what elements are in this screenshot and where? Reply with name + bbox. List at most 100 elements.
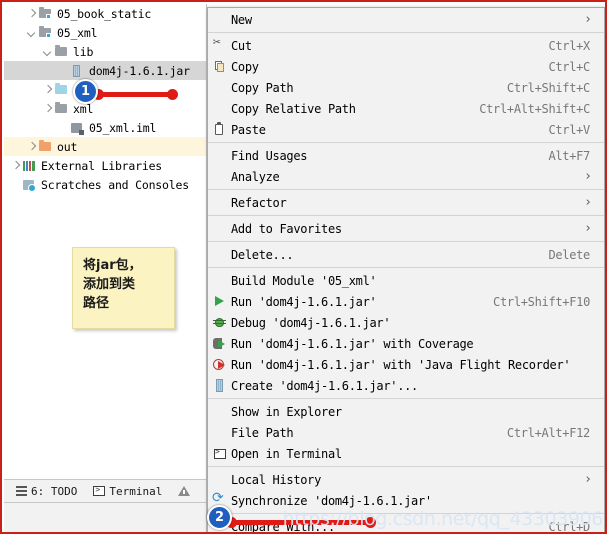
- run-icon: [208, 291, 231, 312]
- chevron-right-icon: ›: [584, 194, 592, 210]
- menu-separator: [208, 466, 604, 467]
- chevron-right-icon[interactable]: [10, 160, 22, 172]
- menu-item-label: Cut: [231, 38, 252, 53]
- menu-item-label: Local History: [231, 472, 322, 487]
- jar-icon-glyph: [213, 379, 226, 392]
- chevron-right-icon: ›: [584, 168, 592, 184]
- menu-item-run-dom4j-1-6-1-jar-with-coverage[interactable]: Run 'dom4j-1.6.1.jar' with Coverage: [208, 333, 604, 354]
- chevron-right-icon[interactable]: [42, 103, 54, 115]
- menu-item-label: Debug 'dom4j-1.6.1.jar': [231, 315, 391, 330]
- menu-item-label: Build Module '05_xml': [231, 273, 377, 288]
- jar-icon: [70, 64, 85, 78]
- tree-node-05-book-static[interactable]: 05_book_static: [4, 4, 206, 23]
- menu-item-open-in-terminal[interactable]: Open in Terminal: [208, 443, 604, 464]
- paste-icon: [208, 119, 231, 140]
- debug-icon: [208, 312, 231, 333]
- chevron-down-icon[interactable]: [26, 27, 38, 39]
- terminal-icon: [208, 443, 231, 464]
- menu-item-label: Add to Favorites: [231, 221, 342, 236]
- context-menu[interactable]: New › Cut Ctrl+X Copy Ctrl+C Copy Path Ctrl+Shi…: [207, 7, 605, 532]
- warning-icon: [178, 486, 191, 496]
- menu-item-create-dom4j-1-6-1-jar[interactable]: Create 'dom4j-1.6.1.jar'...: [208, 375, 604, 396]
- jfr-icon-glyph: [213, 358, 226, 371]
- menu-item-delete[interactable]: Delete... Delete: [208, 244, 604, 265]
- menu-icon-slot: [208, 166, 231, 187]
- annotation-underline-1: [93, 89, 178, 100]
- chevron-right-icon[interactable]: [42, 84, 54, 96]
- menu-item-debug-dom4j-1-6-1-jar[interactable]: Debug 'dom4j-1.6.1.jar': [208, 312, 604, 333]
- menu-item-label: Find Usages: [231, 148, 308, 163]
- libraries-icon: [22, 159, 37, 173]
- tree-node-xml[interactable]: xml: [4, 99, 206, 118]
- menu-item-label: Copy: [231, 59, 259, 74]
- menu-item-shortcut: Ctrl+Shift+C: [506, 80, 590, 95]
- menu-item-cut[interactable]: Cut Ctrl+X: [208, 35, 604, 56]
- chevron-right-icon[interactable]: [26, 141, 38, 153]
- menu-item-run-dom4j-1-6-1-jar-with-java-flight-recorder[interactable]: Run 'dom4j-1.6.1.jar' with 'Java Flight …: [208, 354, 604, 375]
- tree-node-out[interactable]: out: [4, 137, 206, 156]
- menu-item-add-to-favorites[interactable]: Add to Favorites ›: [208, 218, 604, 239]
- menu-item-copy[interactable]: Copy Ctrl+C: [208, 56, 604, 77]
- menu-item-label: Copy Relative Path: [231, 101, 356, 116]
- project-tree[interactable]: 05_book_static05_xmllibdom4j-1.6.1.jarsr…: [4, 4, 206, 478]
- menu-item-label: Copy Path: [231, 80, 294, 95]
- menu-icon-slot: [208, 401, 231, 422]
- menu-separator: [208, 189, 604, 190]
- debug-icon-glyph: [213, 316, 226, 329]
- menu-item-build-module-05-xml[interactable]: Build Module '05_xml': [208, 270, 604, 291]
- menu-icon-slot: [208, 192, 231, 213]
- menu-item-copy-relative-path[interactable]: Copy Relative Path Ctrl+Alt+Shift+C: [208, 98, 604, 119]
- tree-node-label: 05_xml: [57, 25, 98, 40]
- menu-item-shortcut: Delete: [548, 247, 590, 262]
- copy-icon-glyph: [213, 60, 226, 73]
- menu-item-shortcut: Ctrl+X: [548, 38, 590, 53]
- folder-gray-icon: [54, 44, 69, 59]
- tree-node-label: External Libraries: [41, 158, 163, 173]
- menu-separator: [208, 241, 604, 242]
- tree-node-dom4j-1-6-1-jar[interactable]: dom4j-1.6.1.jar: [4, 61, 206, 80]
- status-bar-area: [4, 503, 206, 532]
- menu-item-show-in-explorer[interactable]: Show in Explorer: [208, 401, 604, 422]
- tree-node-05-xml[interactable]: 05_xml: [4, 23, 206, 42]
- menu-item-file-path[interactable]: File Path Ctrl+Alt+F12: [208, 422, 604, 443]
- tree-node-scratches-and-consoles[interactable]: Scratches and Consoles: [4, 175, 206, 194]
- menu-item-label: New: [231, 12, 252, 27]
- menu-item-paste[interactable]: Paste Ctrl+V: [208, 119, 604, 140]
- bottom-item-todo-label: 6: TODO: [31, 484, 78, 498]
- bottom-item-terminal[interactable]: Terminal: [93, 485, 162, 498]
- cut-icon-glyph: [213, 35, 226, 52]
- menu-separator: [208, 267, 604, 268]
- bottom-item-problems[interactable]: [178, 486, 191, 496]
- menu-item-shortcut: Ctrl+V: [548, 122, 590, 137]
- paste-icon-glyph: [213, 122, 226, 136]
- menu-item-label: Synchronize 'dom4j-1.6.1.jar': [231, 493, 432, 508]
- module-folder-icon: [38, 6, 53, 21]
- tree-node-label: out: [57, 139, 78, 154]
- menu-item-local-history[interactable]: Local History ›: [208, 469, 604, 490]
- bottom-item-todo[interactable]: 6: TODO: [16, 485, 77, 498]
- menu-item-copy-path[interactable]: Copy Path Ctrl+Shift+C: [208, 77, 604, 98]
- tree-node-external-libraries[interactable]: External Libraries: [4, 156, 206, 175]
- menu-item-analyze[interactable]: Analyze ›: [208, 166, 604, 187]
- iml-file-icon: [70, 121, 85, 135]
- menu-separator: [208, 32, 604, 33]
- menu-icon-slot: [208, 218, 231, 239]
- menu-item-run-dom4j-1-6-1-jar[interactable]: Run 'dom4j-1.6.1.jar' Ctrl+Shift+F10: [208, 291, 604, 312]
- bottom-item-terminal-label: Terminal: [109, 484, 163, 498]
- menu-item-find-usages[interactable]: Find Usages Alt+F7: [208, 145, 604, 166]
- annotation-badge-2: 2: [207, 505, 232, 530]
- tool-window-bar[interactable]: 6: TODO Terminal: [4, 479, 206, 503]
- tree-node-label: lib: [73, 44, 94, 59]
- project-tool-window: 05_book_static05_xmllibdom4j-1.6.1.jarsr…: [4, 4, 207, 532]
- menu-separator: [208, 398, 604, 399]
- tree-node-lib[interactable]: lib: [4, 42, 206, 61]
- tree-node-label: 05_xml.iml: [89, 120, 157, 135]
- tree-node-05-xml-iml[interactable]: 05_xml.iml: [4, 118, 206, 137]
- menu-item-shortcut: Ctrl+C: [548, 59, 590, 74]
- chevron-down-icon[interactable]: [42, 46, 54, 58]
- terminal-icon: [93, 485, 106, 496]
- menu-item-refactor[interactable]: Refactor ›: [208, 192, 604, 213]
- menu-item-new[interactable]: New ›: [208, 9, 604, 30]
- chevron-right-icon[interactable]: [26, 8, 38, 20]
